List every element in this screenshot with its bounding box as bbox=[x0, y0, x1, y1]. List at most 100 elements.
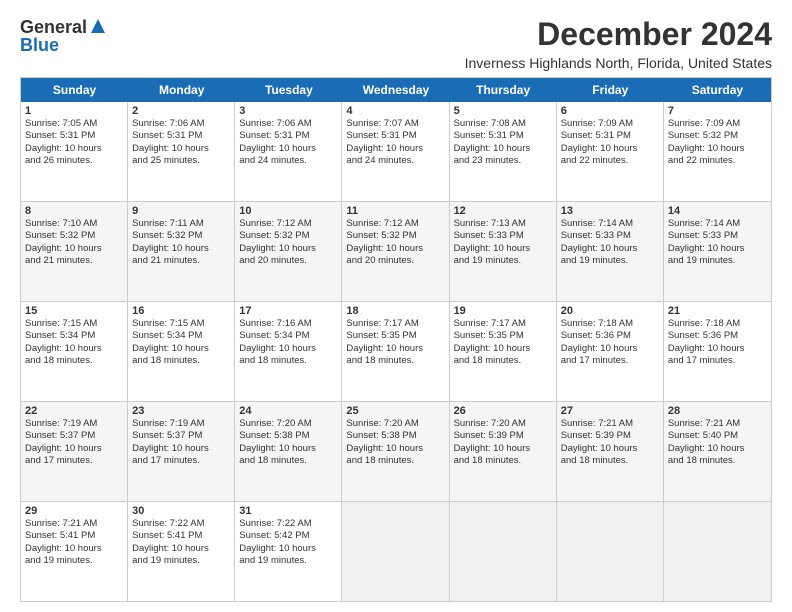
header-thursday: Thursday bbox=[450, 78, 557, 102]
cal-cell-3-0: 22Sunrise: 7:19 AM Sunset: 5:37 PM Dayli… bbox=[21, 402, 128, 501]
calendar-header: Sunday Monday Tuesday Wednesday Thursday… bbox=[21, 78, 771, 102]
logo-triangle-icon bbox=[90, 18, 106, 39]
day-num-17: 17 bbox=[239, 305, 337, 317]
cal-cell-0-5: 6Sunrise: 7:09 AM Sunset: 5:31 PM Daylig… bbox=[557, 102, 664, 201]
cal-cell-3-2: 24Sunrise: 7:20 AM Sunset: 5:38 PM Dayli… bbox=[235, 402, 342, 501]
day-num-19: 19 bbox=[454, 305, 552, 317]
cal-cell-3-4: 26Sunrise: 7:20 AM Sunset: 5:39 PM Dayli… bbox=[450, 402, 557, 501]
cal-cell-0-4: 5Sunrise: 7:08 AM Sunset: 5:31 PM Daylig… bbox=[450, 102, 557, 201]
cal-cell-0-2: 3Sunrise: 7:06 AM Sunset: 5:31 PM Daylig… bbox=[235, 102, 342, 201]
calendar-outer: Sunday Monday Tuesday Wednesday Thursday… bbox=[20, 77, 772, 602]
cal-cell-1-4: 12Sunrise: 7:13 AM Sunset: 5:33 PM Dayli… bbox=[450, 202, 557, 301]
day-num-16: 16 bbox=[132, 305, 230, 317]
day-info-1: Sunrise: 7:05 AM Sunset: 5:31 PM Dayligh… bbox=[25, 118, 123, 167]
day-num-22: 22 bbox=[25, 405, 123, 417]
day-info-18: Sunrise: 7:17 AM Sunset: 5:35 PM Dayligh… bbox=[346, 318, 444, 367]
day-num-26: 26 bbox=[454, 405, 552, 417]
day-num-24: 24 bbox=[239, 405, 337, 417]
cal-row-2: 15Sunrise: 7:15 AM Sunset: 5:34 PM Dayli… bbox=[21, 302, 771, 402]
day-num-30: 30 bbox=[132, 505, 230, 517]
day-info-22: Sunrise: 7:19 AM Sunset: 5:37 PM Dayligh… bbox=[25, 418, 123, 467]
day-num-27: 27 bbox=[561, 405, 659, 417]
day-info-21: Sunrise: 7:18 AM Sunset: 5:36 PM Dayligh… bbox=[668, 318, 767, 367]
cal-cell-4-0: 29Sunrise: 7:21 AM Sunset: 5:41 PM Dayli… bbox=[21, 502, 128, 601]
day-info-3: Sunrise: 7:06 AM Sunset: 5:31 PM Dayligh… bbox=[239, 118, 337, 167]
cal-row-3: 22Sunrise: 7:19 AM Sunset: 5:37 PM Dayli… bbox=[21, 402, 771, 502]
day-num-6: 6 bbox=[561, 105, 659, 117]
cal-row-4: 29Sunrise: 7:21 AM Sunset: 5:41 PM Dayli… bbox=[21, 502, 771, 601]
day-num-10: 10 bbox=[239, 205, 337, 217]
day-num-13: 13 bbox=[561, 205, 659, 217]
cal-cell-1-1: 9Sunrise: 7:11 AM Sunset: 5:32 PM Daylig… bbox=[128, 202, 235, 301]
cal-cell-0-1: 2Sunrise: 7:06 AM Sunset: 5:31 PM Daylig… bbox=[128, 102, 235, 201]
day-num-4: 4 bbox=[346, 105, 444, 117]
day-info-23: Sunrise: 7:19 AM Sunset: 5:37 PM Dayligh… bbox=[132, 418, 230, 467]
day-num-7: 7 bbox=[668, 105, 767, 117]
day-num-20: 20 bbox=[561, 305, 659, 317]
cal-cell-2-1: 16Sunrise: 7:15 AM Sunset: 5:34 PM Dayli… bbox=[128, 302, 235, 401]
day-info-10: Sunrise: 7:12 AM Sunset: 5:32 PM Dayligh… bbox=[239, 218, 337, 267]
cal-cell-1-2: 10Sunrise: 7:12 AM Sunset: 5:32 PM Dayli… bbox=[235, 202, 342, 301]
cal-cell-1-5: 13Sunrise: 7:14 AM Sunset: 5:33 PM Dayli… bbox=[557, 202, 664, 301]
subtitle: Inverness Highlands North, Florida, Unit… bbox=[465, 55, 772, 71]
calendar: Sunday Monday Tuesday Wednesday Thursday… bbox=[20, 77, 772, 602]
cal-cell-3-6: 28Sunrise: 7:21 AM Sunset: 5:40 PM Dayli… bbox=[664, 402, 771, 501]
day-info-19: Sunrise: 7:17 AM Sunset: 5:35 PM Dayligh… bbox=[454, 318, 552, 367]
day-info-17: Sunrise: 7:16 AM Sunset: 5:34 PM Dayligh… bbox=[239, 318, 337, 367]
day-num-1: 1 bbox=[25, 105, 123, 117]
day-num-18: 18 bbox=[346, 305, 444, 317]
cal-cell-3-1: 23Sunrise: 7:19 AM Sunset: 5:37 PM Dayli… bbox=[128, 402, 235, 501]
day-num-31: 31 bbox=[239, 505, 337, 517]
cal-cell-4-3 bbox=[342, 502, 449, 601]
header-sunday: Sunday bbox=[21, 78, 128, 102]
day-info-12: Sunrise: 7:13 AM Sunset: 5:33 PM Dayligh… bbox=[454, 218, 552, 267]
day-info-28: Sunrise: 7:21 AM Sunset: 5:40 PM Dayligh… bbox=[668, 418, 767, 467]
day-num-11: 11 bbox=[346, 205, 444, 217]
cal-cell-0-0: 1Sunrise: 7:05 AM Sunset: 5:31 PM Daylig… bbox=[21, 102, 128, 201]
day-num-28: 28 bbox=[668, 405, 767, 417]
day-num-8: 8 bbox=[25, 205, 123, 217]
cal-cell-2-0: 15Sunrise: 7:15 AM Sunset: 5:34 PM Dayli… bbox=[21, 302, 128, 401]
header-tuesday: Tuesday bbox=[235, 78, 342, 102]
cal-cell-3-3: 25Sunrise: 7:20 AM Sunset: 5:38 PM Dayli… bbox=[342, 402, 449, 501]
cal-cell-1-6: 14Sunrise: 7:14 AM Sunset: 5:33 PM Dayli… bbox=[664, 202, 771, 301]
day-info-14: Sunrise: 7:14 AM Sunset: 5:33 PM Dayligh… bbox=[668, 218, 767, 267]
calendar-body: 1Sunrise: 7:05 AM Sunset: 5:31 PM Daylig… bbox=[21, 102, 771, 601]
cal-cell-4-4 bbox=[450, 502, 557, 601]
header-wednesday: Wednesday bbox=[342, 78, 449, 102]
cal-cell-0-6: 7Sunrise: 7:09 AM Sunset: 5:32 PM Daylig… bbox=[664, 102, 771, 201]
title-section: December 2024 Inverness Highlands North,… bbox=[465, 16, 772, 71]
day-info-24: Sunrise: 7:20 AM Sunset: 5:38 PM Dayligh… bbox=[239, 418, 337, 467]
logo-blue: Blue bbox=[20, 35, 59, 56]
day-info-7: Sunrise: 7:09 AM Sunset: 5:32 PM Dayligh… bbox=[668, 118, 767, 167]
day-info-6: Sunrise: 7:09 AM Sunset: 5:31 PM Dayligh… bbox=[561, 118, 659, 167]
day-num-29: 29 bbox=[25, 505, 123, 517]
day-num-2: 2 bbox=[132, 105, 230, 117]
day-num-5: 5 bbox=[454, 105, 552, 117]
day-num-14: 14 bbox=[668, 205, 767, 217]
cal-cell-2-5: 20Sunrise: 7:18 AM Sunset: 5:36 PM Dayli… bbox=[557, 302, 664, 401]
day-info-30: Sunrise: 7:22 AM Sunset: 5:41 PM Dayligh… bbox=[132, 518, 230, 567]
cal-cell-2-2: 17Sunrise: 7:16 AM Sunset: 5:34 PM Dayli… bbox=[235, 302, 342, 401]
cal-cell-1-3: 11Sunrise: 7:12 AM Sunset: 5:32 PM Dayli… bbox=[342, 202, 449, 301]
day-info-9: Sunrise: 7:11 AM Sunset: 5:32 PM Dayligh… bbox=[132, 218, 230, 267]
day-info-11: Sunrise: 7:12 AM Sunset: 5:32 PM Dayligh… bbox=[346, 218, 444, 267]
day-info-15: Sunrise: 7:15 AM Sunset: 5:34 PM Dayligh… bbox=[25, 318, 123, 367]
day-info-29: Sunrise: 7:21 AM Sunset: 5:41 PM Dayligh… bbox=[25, 518, 123, 567]
day-num-9: 9 bbox=[132, 205, 230, 217]
cal-row-0: 1Sunrise: 7:05 AM Sunset: 5:31 PM Daylig… bbox=[21, 102, 771, 202]
day-info-26: Sunrise: 7:20 AM Sunset: 5:39 PM Dayligh… bbox=[454, 418, 552, 467]
day-num-3: 3 bbox=[239, 105, 337, 117]
day-info-20: Sunrise: 7:18 AM Sunset: 5:36 PM Dayligh… bbox=[561, 318, 659, 367]
cal-cell-4-6 bbox=[664, 502, 771, 601]
day-info-5: Sunrise: 7:08 AM Sunset: 5:31 PM Dayligh… bbox=[454, 118, 552, 167]
day-num-21: 21 bbox=[668, 305, 767, 317]
cal-cell-2-3: 18Sunrise: 7:17 AM Sunset: 5:35 PM Dayli… bbox=[342, 302, 449, 401]
cal-cell-2-6: 21Sunrise: 7:18 AM Sunset: 5:36 PM Dayli… bbox=[664, 302, 771, 401]
cal-cell-2-4: 19Sunrise: 7:17 AM Sunset: 5:35 PM Dayli… bbox=[450, 302, 557, 401]
day-info-4: Sunrise: 7:07 AM Sunset: 5:31 PM Dayligh… bbox=[346, 118, 444, 167]
day-info-8: Sunrise: 7:10 AM Sunset: 5:32 PM Dayligh… bbox=[25, 218, 123, 267]
cal-cell-0-3: 4Sunrise: 7:07 AM Sunset: 5:31 PM Daylig… bbox=[342, 102, 449, 201]
cal-row-1: 8Sunrise: 7:10 AM Sunset: 5:32 PM Daylig… bbox=[21, 202, 771, 302]
day-info-31: Sunrise: 7:22 AM Sunset: 5:42 PM Dayligh… bbox=[239, 518, 337, 567]
